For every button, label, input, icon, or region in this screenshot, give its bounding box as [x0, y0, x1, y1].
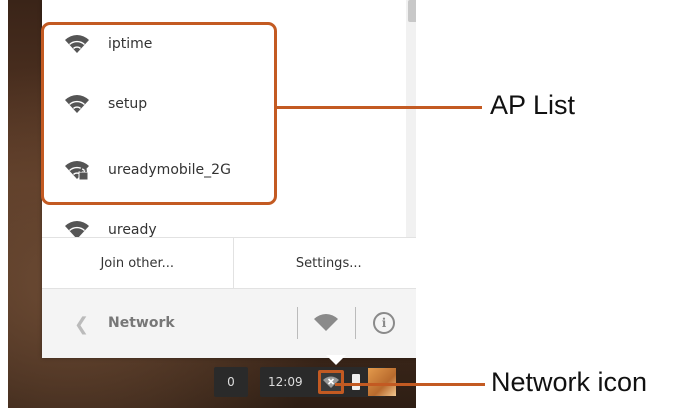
network-actions: Join other... Settings...	[42, 237, 416, 288]
chevron-left-icon[interactable]: ❮	[74, 316, 89, 334]
ap-item-uready[interactable]: uready	[42, 208, 404, 237]
network-label: Network	[108, 315, 175, 331]
avatar[interactable]	[368, 368, 396, 396]
network-icon-callout: Network icon	[491, 367, 648, 397]
clock: 12:09	[268, 375, 303, 389]
battery-icon	[352, 374, 360, 390]
callout-line-ap-list	[276, 106, 482, 109]
wifi-toggle-icon[interactable]	[313, 313, 339, 333]
wifi-icon	[65, 221, 89, 237]
settings-button[interactable]: Settings...	[232, 238, 417, 288]
info-icon[interactable]: i	[373, 312, 395, 334]
callout-line-network-icon	[335, 383, 485, 386]
divider	[355, 307, 356, 339]
ap-name: uready	[108, 222, 157, 237]
network-bar: ❮ Network i	[42, 288, 416, 358]
scroll-thumb[interactable]	[408, 0, 416, 22]
ap-list-highlight	[41, 22, 277, 205]
ap-list-scrollbar[interactable]	[406, 0, 416, 237]
divider	[297, 307, 298, 339]
wifi-disconnected-icon	[323, 376, 339, 388]
network-tray-icon[interactable]	[318, 370, 344, 394]
notification-count[interactable]: 0	[214, 367, 248, 397]
join-other-button[interactable]: Join other...	[42, 238, 233, 288]
popup-pointer	[326, 355, 346, 365]
ap-list-callout: AP List	[490, 90, 576, 120]
